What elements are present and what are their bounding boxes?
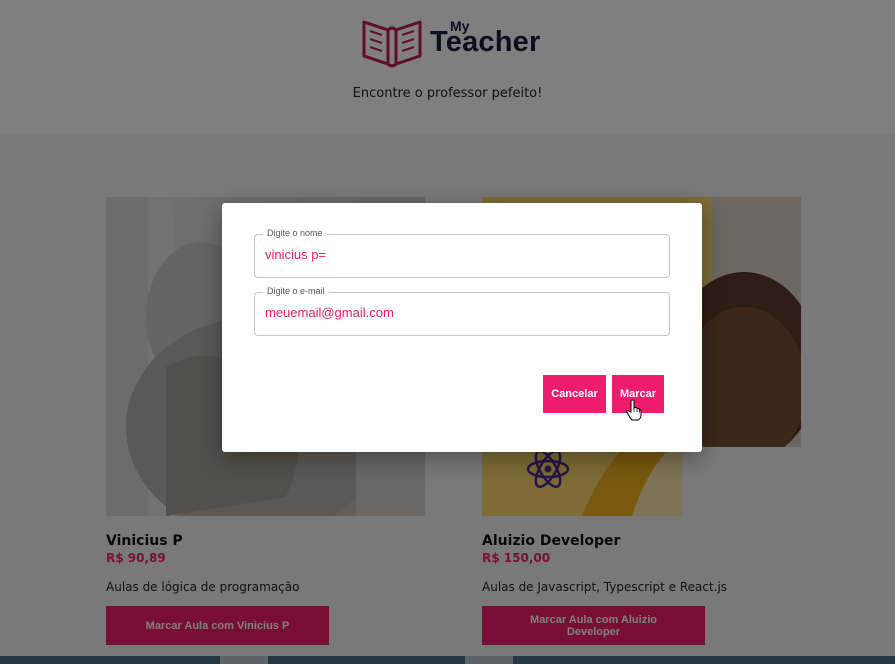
cancel-button[interactable]: Cancelar [543, 375, 606, 413]
email-field-label: Digite o e-mail [263, 286, 329, 296]
booking-dialog: Digite o nome Digite o e-mail Cancelar M… [222, 203, 702, 452]
name-input[interactable] [265, 247, 655, 262]
name-field-label: Digite o nome [263, 228, 327, 238]
email-input[interactable] [265, 305, 655, 320]
name-field[interactable]: Digite o nome [254, 228, 670, 278]
hand-pointer-icon [626, 399, 642, 421]
email-field[interactable]: Digite o e-mail [254, 286, 670, 336]
